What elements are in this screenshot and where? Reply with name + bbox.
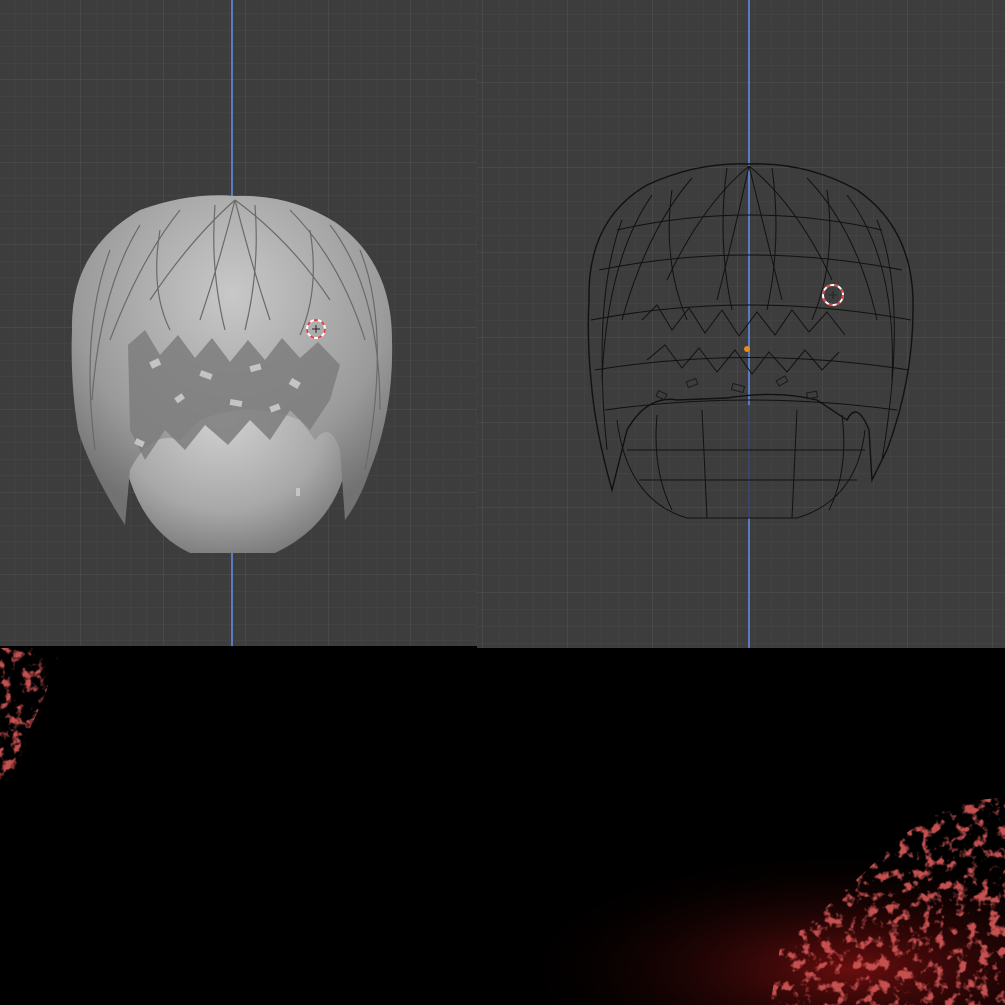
object-origin-icon [744, 346, 750, 352]
hair-mesh-solid[interactable] [71, 195, 393, 553]
hair-texture-map [0, 648, 1005, 1005]
viewport-grid [477, 0, 1005, 648]
viewport-grid [0, 0, 477, 646]
screenshot-composite [0, 0, 1005, 1005]
viewport-wireframe[interactable] [477, 0, 1005, 648]
viewport-solid[interactable] [0, 0, 477, 646]
